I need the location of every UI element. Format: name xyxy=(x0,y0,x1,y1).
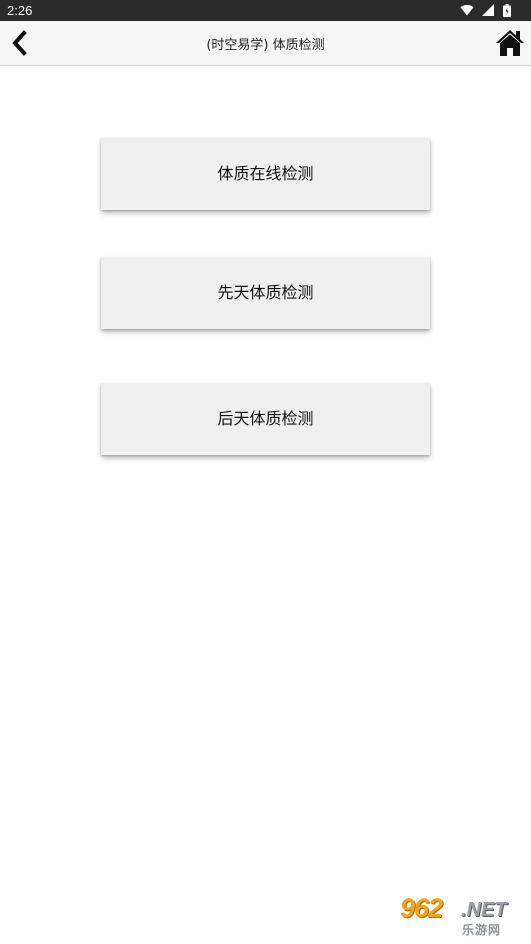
battery-icon xyxy=(503,4,511,20)
signal-icon xyxy=(482,4,495,19)
home-icon xyxy=(496,30,524,56)
home-button[interactable] xyxy=(495,28,525,58)
status-bar: 2:26 xyxy=(0,0,531,21)
app-bar: (时空易学) 体质检测 xyxy=(0,21,531,66)
page-title: (时空易学) 体质检测 xyxy=(206,38,325,53)
status-icons xyxy=(455,4,511,17)
watermark-logo: 962 .NET 乐游网 xyxy=(392,890,527,940)
status-time: 2:26 xyxy=(7,3,33,18)
watermark-suffix: .NET xyxy=(461,899,507,921)
acquired-constitution-test-button[interactable]: 后天体质检测 xyxy=(101,383,430,455)
wifi-icon xyxy=(460,4,474,19)
watermark-number: 962 xyxy=(400,893,443,923)
constitution-online-test-button[interactable]: 体质在线检测 xyxy=(101,138,430,210)
watermark-subtitle: 乐游网 xyxy=(462,923,502,937)
innate-constitution-test-button[interactable]: 先天体质检测 xyxy=(101,257,430,329)
